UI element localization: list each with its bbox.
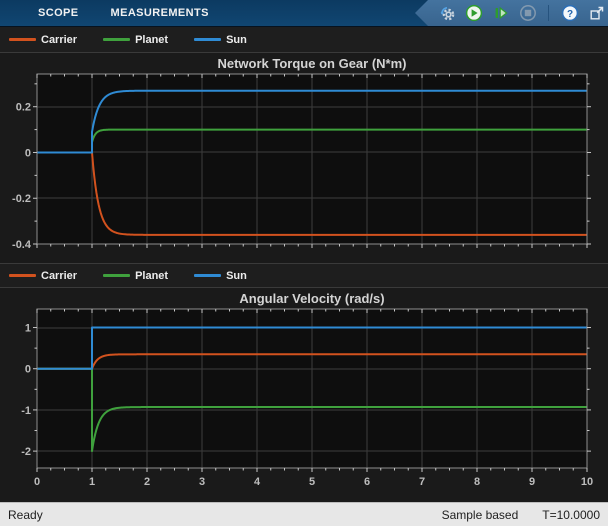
sim-time-label: T=10.0000 bbox=[542, 508, 600, 522]
toolbar-separator bbox=[548, 5, 549, 21]
toolbar-quick-actions: ? bbox=[415, 0, 608, 26]
svg-text:-1: -1 bbox=[21, 405, 31, 417]
svg-text:-2: -2 bbox=[21, 446, 31, 458]
status-bar: Ready Sample based T=10.0000 bbox=[0, 502, 608, 526]
legend-label: Sun bbox=[226, 34, 247, 46]
svg-text:0: 0 bbox=[25, 364, 31, 376]
legend-label: Sun bbox=[226, 270, 247, 282]
svg-text:10: 10 bbox=[581, 476, 593, 488]
legend-item-carrier[interactable]: Carrier bbox=[9, 34, 77, 46]
svg-text:-0.2: -0.2 bbox=[12, 193, 31, 205]
svg-text:0: 0 bbox=[34, 476, 40, 488]
legend-torque: Carrier Planet Sun bbox=[0, 27, 608, 53]
legend-item-sun[interactable]: Sun bbox=[194, 34, 247, 46]
legend-label: Carrier bbox=[41, 270, 77, 282]
svg-text:3: 3 bbox=[199, 476, 205, 488]
svg-text:5: 5 bbox=[309, 476, 315, 488]
sample-mode-label: Sample based bbox=[442, 508, 519, 522]
play-icon bbox=[465, 4, 483, 22]
plot-section-torque: Network Torque on Gear (N*m) 0.20-0.2-0.… bbox=[0, 53, 608, 263]
legend-swatch bbox=[9, 38, 36, 41]
legend-swatch bbox=[194, 38, 221, 41]
plot-section-velocity: Angular Velocity (rad/s) 10-1-2012345678… bbox=[0, 288, 608, 502]
legend-item-carrier[interactable]: Carrier bbox=[9, 270, 77, 282]
svg-text:6: 6 bbox=[364, 476, 370, 488]
run-button[interactable] bbox=[464, 4, 483, 23]
legend-label: Planet bbox=[135, 34, 168, 46]
step-forward-icon bbox=[492, 4, 510, 22]
svg-text:4: 4 bbox=[254, 476, 261, 488]
svg-text:1: 1 bbox=[25, 322, 31, 334]
tab-scope[interactable]: SCOPE bbox=[38, 7, 79, 19]
svg-text:0: 0 bbox=[25, 147, 31, 159]
legend-label: Planet bbox=[135, 270, 168, 282]
legend-item-planet[interactable]: Planet bbox=[103, 270, 168, 282]
gear-run-icon bbox=[438, 4, 456, 22]
legend-label: Carrier bbox=[41, 34, 77, 46]
stop-button[interactable] bbox=[518, 4, 537, 23]
svg-text:2: 2 bbox=[144, 476, 150, 488]
help-button[interactable]: ? bbox=[560, 4, 579, 23]
legend-swatch bbox=[103, 38, 130, 41]
tab-measurements[interactable]: MEASUREMENTS bbox=[111, 7, 209, 19]
scope-window: SCOPE MEASUREMENTS bbox=[0, 0, 608, 526]
svg-text:-0.4: -0.4 bbox=[12, 239, 32, 251]
step-forward-button[interactable] bbox=[491, 4, 510, 23]
dock-button[interactable] bbox=[587, 4, 606, 23]
stop-icon bbox=[519, 4, 537, 22]
svg-text:9: 9 bbox=[529, 476, 535, 488]
legend-swatch bbox=[194, 274, 221, 277]
toolbar: SCOPE MEASUREMENTS bbox=[0, 0, 608, 27]
svg-text:1: 1 bbox=[89, 476, 95, 488]
question-icon: ? bbox=[561, 4, 579, 22]
dock-icon bbox=[588, 4, 606, 22]
svg-text:?: ? bbox=[566, 9, 572, 20]
legend-item-sun[interactable]: Sun bbox=[194, 270, 247, 282]
legend-swatch bbox=[9, 274, 36, 277]
simulation-settings-button[interactable] bbox=[437, 4, 456, 23]
velocity-chart[interactable]: 10-1-2012345678910 bbox=[0, 288, 608, 502]
svg-text:0.2: 0.2 bbox=[16, 102, 31, 114]
legend-item-planet[interactable]: Planet bbox=[103, 34, 168, 46]
svg-text:7: 7 bbox=[419, 476, 425, 488]
torque-chart[interactable]: 0.2 0 -0.2 -0.4 bbox=[0, 53, 608, 263]
svg-text:8: 8 bbox=[474, 476, 480, 488]
legend-swatch bbox=[103, 274, 130, 277]
legend-velocity: Carrier Planet Sun bbox=[0, 263, 608, 288]
status-text: Ready bbox=[8, 508, 43, 522]
